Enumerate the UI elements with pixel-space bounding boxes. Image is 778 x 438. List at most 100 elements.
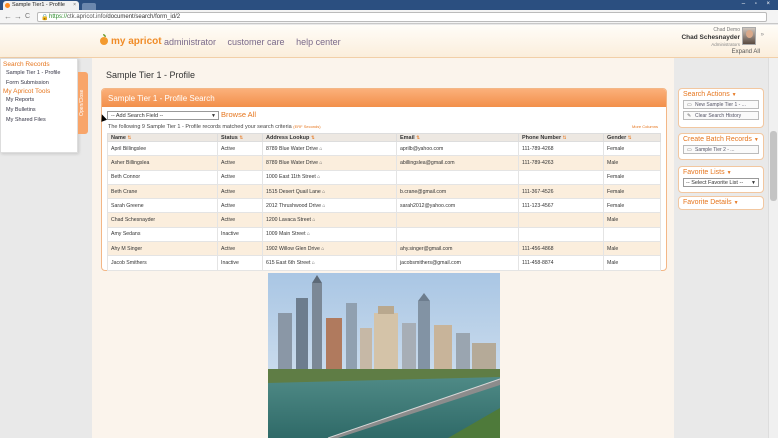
cell-name[interactable]: Ahy M Singer (107, 241, 218, 257)
sidebar-item-my-reports[interactable]: My Reports (1, 97, 77, 103)
cell-gender: Female (603, 169, 661, 185)
match-summary: The following 9 Sample Tier 1 - Profile … (108, 124, 321, 130)
results-table-body: April Billingslee Active 8789 Blue Water D… (107, 140, 661, 271)
cell-status: Active (217, 169, 263, 185)
chevron-down-icon: ▼ (211, 113, 216, 119)
cell-name[interactable]: Chad Schesnayder (107, 212, 218, 228)
url-field[interactable]: 🔒 https://ctk.apricot.info/document/sear… (37, 12, 767, 22)
scrollbar-thumb[interactable] (770, 131, 777, 201)
table-row[interactable]: Beth Crane Active 1515 Desert Quail Lane ⌂… (107, 183, 661, 200)
favorite-lists-heading[interactable]: Favorite Lists ▼ (679, 167, 763, 176)
home-icon[interactable]: ⌂ (318, 146, 322, 152)
tab-close-icon[interactable]: × (73, 2, 76, 8)
cell-email: abillingslea@gmail.com (396, 155, 519, 171)
favorite-details-heading[interactable]: Favorite Details ▼ (679, 197, 763, 206)
home-icon[interactable]: ⌂ (306, 231, 310, 237)
home-icon[interactable]: ⌂ (320, 246, 324, 252)
cell-gender: Male (603, 155, 661, 171)
table-row[interactable]: April Billingslee Active 8789 Blue Water D… (107, 140, 661, 157)
batch-sample-tier-2-button[interactable]: ▭ Sample Tier 2 - ... (683, 145, 759, 154)
cell-status: Active (217, 140, 263, 157)
nav-administrator[interactable]: administrator (164, 37, 216, 47)
home-icon[interactable]: ⌂ (321, 189, 325, 195)
nav-help-center[interactable]: help center (296, 37, 341, 47)
column-header-name[interactable]: Name ⇅ (107, 133, 218, 142)
cell-status: Inactive (217, 226, 263, 243)
page-scrollbar[interactable] (768, 58, 778, 438)
table-row[interactable]: Sarah Greene Active 2012 Thrushwood Drive … (107, 198, 661, 214)
cell-status: Active (217, 212, 263, 228)
table-row[interactable]: Chad Schesnayder Active 1200 Lavaca Street… (107, 212, 661, 228)
panel-title: Sample Tier 1 - Profile Search (102, 89, 666, 107)
column-header-gender[interactable]: Gender ⇅ (603, 133, 661, 142)
table-row[interactable]: Asher Billingslea Active 8789 Blue Water D… (107, 155, 661, 171)
tab-title: Sample Tier1 - Profile (12, 2, 65, 8)
sidebar-toggle-tab[interactable]: Open/Close (78, 72, 88, 134)
favorite-list-select[interactable]: -- Select Favorite List -- ▼ (683, 178, 759, 187)
cell-phone: 111-367-4526 (518, 183, 604, 200)
column-header-address[interactable]: Address Lookup ⇅ (262, 133, 397, 142)
add-search-field-select[interactable]: -- Add Search Field -- ▼ (107, 111, 219, 120)
table-row[interactable]: Beth Connor Active 1000 East 11th Street ⌂… (107, 169, 661, 185)
cell-phone (518, 226, 604, 243)
home-icon[interactable]: ⌂ (318, 160, 322, 166)
cell-email: ahy.singer@gmail.com (396, 241, 519, 257)
search-panel: Sample Tier 1 - Profile Search -- Add Se… (101, 88, 667, 271)
cell-phone: 111-458-8874 (518, 255, 604, 271)
cell-name[interactable]: April Billingslee (107, 140, 218, 157)
url-path: /document/search/form_id/2 (105, 14, 181, 20)
chevron-right-icon[interactable]: » (761, 32, 764, 38)
cell-name[interactable]: Beth Crane (107, 183, 218, 200)
back-icon[interactable]: ← (4, 12, 12, 21)
add-search-field-value: -- Add Search Field -- (111, 113, 164, 119)
browse-all-link[interactable]: Browse All (221, 110, 256, 119)
cell-email: sarah2012@yahoo.com (396, 198, 519, 214)
cell-name[interactable]: Asher Billingslea (107, 155, 218, 171)
cell-phone: 111-789-4263 (518, 155, 604, 171)
forward-icon[interactable]: → (14, 12, 22, 21)
home-icon[interactable]: ⌂ (316, 174, 320, 180)
column-header-status[interactable]: Status ⇅ (217, 133, 263, 142)
home-icon[interactable]: ⌂ (310, 260, 315, 266)
cell-address: 1902 Willow Glen Drive ⌂ (262, 241, 397, 257)
new-tab-button[interactable] (82, 3, 96, 10)
table-row[interactable]: Ahy M Singer Active 1902 Willow Glen Drive… (107, 241, 661, 257)
column-header-phone[interactable]: Phone Number ⇅ (518, 133, 604, 142)
new-search-button[interactable]: ▭ New Sample Tier 1 - ... (683, 100, 759, 109)
cell-gender: Male (603, 212, 661, 228)
more-columns-link[interactable]: More Columns (632, 124, 658, 129)
window-controls[interactable]: – ▫ × (742, 1, 774, 7)
column-header-email[interactable]: Email ⇅ (396, 133, 519, 142)
cell-name[interactable]: Amy Sedans (107, 226, 218, 243)
nav-customer-care[interactable]: customer care (228, 37, 285, 47)
top-nav: administrator customer care help center (164, 37, 350, 47)
create-batch-heading[interactable]: Create Batch Records ▼ (679, 134, 763, 143)
cell-name[interactable]: Jacob Smithers (107, 255, 218, 271)
user-name: Chad Schesnayder (681, 34, 740, 41)
cell-gender: Male (603, 255, 661, 271)
user-info[interactable]: Chad Demo Chad Schesnayder Administrator… (681, 27, 740, 48)
sidebar-item-sample-tier-1[interactable]: Sample Tier 1 - Profile (1, 70, 77, 76)
avatar[interactable] (742, 27, 756, 45)
expand-all-link[interactable]: Expand All (732, 49, 760, 55)
sidebar-item-my-bulletins[interactable]: My Bulletins (1, 107, 77, 113)
cell-name[interactable]: Sarah Greene (107, 198, 218, 214)
logo[interactable]: my apricot (100, 34, 162, 47)
clear-search-history-button[interactable]: ✎ Clear Search History (683, 111, 759, 120)
cell-gender: Female (603, 183, 661, 200)
browser-tab[interactable]: Sample Tier1 - Profile × (3, 1, 79, 10)
search-actions-panel: Search Actions ▼ ▭ New Sample Tier 1 - ..… (678, 88, 764, 128)
home-icon[interactable]: ⌂ (311, 217, 315, 223)
browser-tab-bar: Sample Tier1 - Profile × – ▫ × (0, 0, 778, 10)
sidebar-item-my-shared-files[interactable]: My Shared Files (1, 117, 77, 123)
cell-name[interactable]: Beth Connor (107, 169, 218, 185)
cell-address: 615 East 6th Street ⌂ (262, 255, 397, 271)
search-actions-heading[interactable]: Search Actions ▼ (679, 89, 763, 98)
cell-phone (518, 169, 604, 185)
sidebar-item-form-submission[interactable]: Form Submission (1, 80, 77, 86)
home-icon[interactable]: ⌂ (321, 203, 325, 209)
table-row[interactable]: Amy Sedans Inactive 1009 Main Street ⌂ (107, 226, 661, 243)
batch-icon: ▭ (687, 147, 692, 153)
table-row[interactable]: Jacob Smithers Inactive 615 East 6th Stree… (107, 255, 661, 271)
reload-icon[interactable]: C (25, 13, 30, 20)
